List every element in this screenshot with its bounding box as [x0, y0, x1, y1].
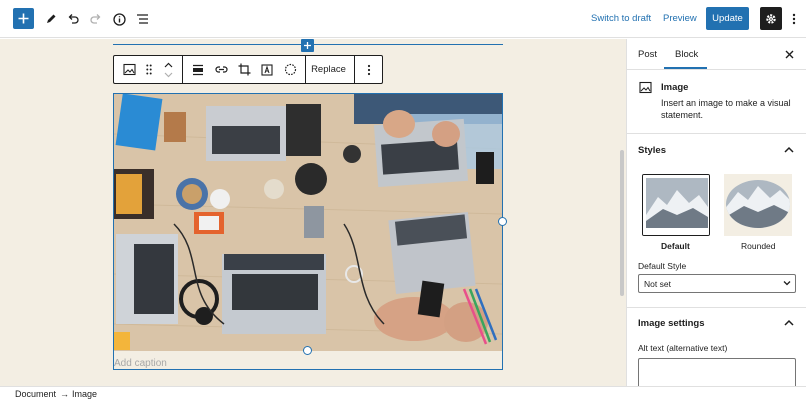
mountain-rounded-preview-image [724, 174, 792, 236]
info-icon [112, 12, 126, 26]
redo-button[interactable] [85, 8, 107, 30]
styles-panel-title: Styles [638, 145, 666, 156]
tab-block[interactable]: Block [675, 49, 698, 60]
desk-with-laptops-illustration [114, 94, 502, 351]
canvas-scrollbar-thumb[interactable] [620, 150, 624, 296]
resize-handle-bottom[interactable] [303, 346, 312, 355]
inline-inserter-button[interactable] [301, 39, 314, 52]
select-circle-icon [284, 63, 296, 76]
drag-handle[interactable] [141, 56, 157, 83]
active-tab-indicator [664, 67, 707, 69]
settings-sidebar: Post Block Image Insert an image to make… [626, 39, 806, 388]
resize-handle-right[interactable] [498, 217, 507, 226]
toolbar-separator [182, 56, 183, 83]
close-sidebar-button[interactable] [782, 47, 796, 61]
chevron-up-icon [784, 319, 794, 326]
link-button[interactable] [210, 56, 232, 83]
move-up-down-buttons[interactable] [158, 56, 178, 83]
text-overlay-icon [261, 63, 273, 76]
workspace-photo[interactable] [114, 94, 502, 351]
image-settings-panel-toggle[interactable]: Image settings [627, 307, 806, 339]
mountain-preview-image [643, 175, 709, 235]
redo-icon [90, 14, 101, 24]
gear-icon [766, 13, 776, 24]
details-button[interactable] [108, 8, 130, 30]
pencil-icon [47, 14, 56, 23]
block-options-button[interactable] [357, 56, 381, 83]
tools-button[interactable] [40, 8, 62, 30]
chevron-up-icon [784, 146, 794, 153]
options-button[interactable] [787, 8, 801, 30]
default-style-value: Not set [644, 279, 671, 289]
editor-header: Switch to draft Preview Update [0, 0, 806, 38]
tab-post[interactable]: Post [638, 49, 657, 60]
link-icon [214, 66, 228, 73]
select-focal-button[interactable] [279, 56, 301, 83]
update-button[interactable]: Update [706, 7, 749, 30]
list-view-icon [136, 14, 148, 24]
alt-text-input[interactable] [638, 358, 796, 388]
default-style-label: Default Style [638, 261, 687, 271]
block-card-description: Insert an image to make a visual stateme… [661, 98, 791, 120]
align-button[interactable] [187, 56, 209, 83]
sidebar-tabs: Post Block [627, 39, 806, 70]
text-overlay-button[interactable] [256, 56, 278, 83]
replace-label: Replace [311, 64, 346, 75]
close-icon [785, 50, 793, 58]
block-toolbar: Replace [113, 55, 383, 84]
toolbar-separator [354, 56, 355, 83]
breadcrumb-image[interactable]: Image [72, 389, 97, 399]
block-card-title: Image [661, 82, 689, 93]
breadcrumb: Document → Image [0, 386, 806, 400]
crop-icon [238, 63, 250, 76]
breadcrumb-arrow-icon: → [60, 389, 69, 399]
align-icon [193, 64, 203, 75]
block-type-button[interactable] [117, 56, 141, 83]
default-style-select[interactable]: Not set [638, 274, 796, 293]
add-block-button[interactable] [13, 8, 34, 29]
settings-button[interactable] [760, 7, 782, 30]
image-icon [639, 81, 652, 94]
image-settings-panel-title: Image settings [638, 318, 705, 329]
drag-handle-icon [146, 64, 152, 75]
caption-input[interactable]: Add caption [114, 358, 167, 369]
preview-button[interactable]: Preview [663, 13, 697, 24]
breadcrumb-document[interactable]: Document [15, 389, 56, 399]
undo-button[interactable] [62, 8, 84, 30]
move-arrows-icon [164, 62, 172, 77]
crop-button[interactable] [233, 56, 255, 83]
chevron-down-icon [783, 281, 791, 286]
style-option-default-label: Default [661, 241, 690, 251]
more-options-icon [367, 64, 371, 75]
list-view-button[interactable] [131, 8, 153, 30]
plus-icon [304, 42, 311, 49]
plus-icon [18, 13, 29, 24]
undo-icon [68, 14, 79, 24]
style-option-rounded-label: Rounded [741, 241, 776, 251]
block-card: Image Insert an image to make a visual s… [627, 70, 806, 134]
switch-to-draft-button[interactable]: Switch to draft [591, 13, 651, 24]
replace-button[interactable]: Replace [306, 56, 351, 83]
styles-panel-toggle[interactable]: Styles [627, 134, 806, 166]
style-option-rounded[interactable] [724, 174, 792, 236]
alt-text-label: Alt text (alternative text) [638, 343, 728, 353]
style-option-default[interactable] [642, 174, 710, 236]
vertical-ellipsis-icon [792, 13, 796, 25]
image-icon [122, 63, 136, 76]
